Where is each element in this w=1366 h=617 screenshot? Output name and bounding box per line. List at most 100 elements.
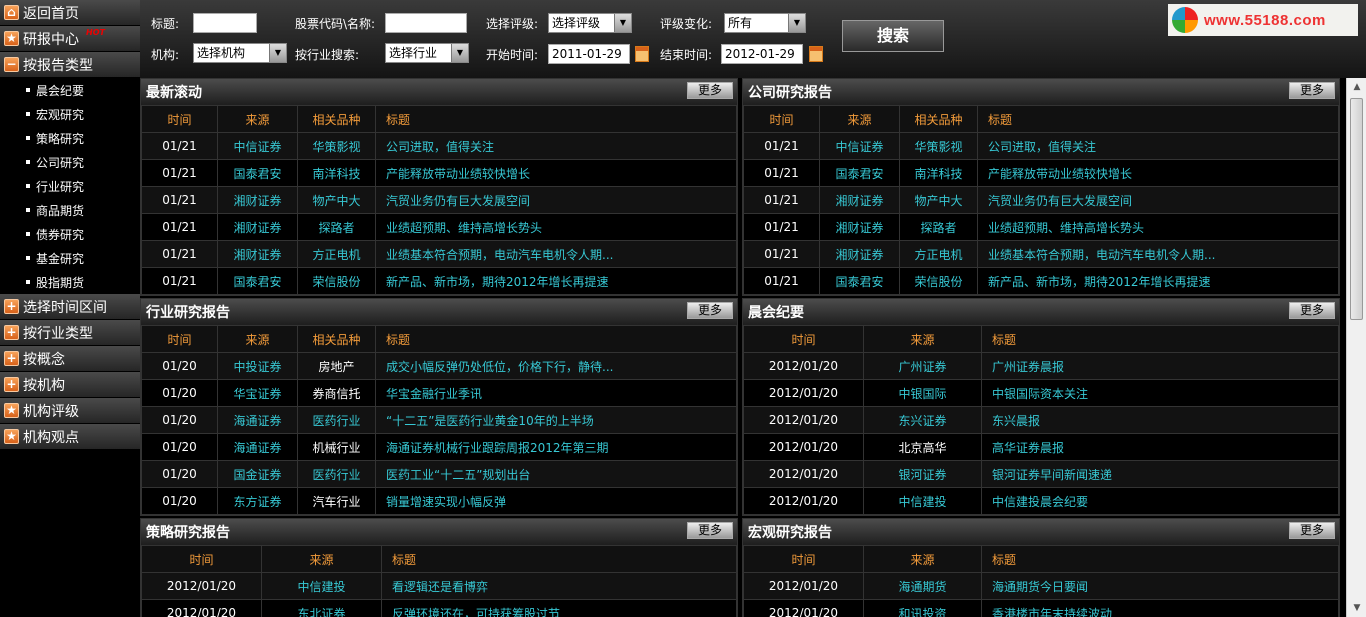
cell-source[interactable]: 和讯投资 bbox=[863, 599, 982, 617]
sidebar-subitem-bond[interactable]: 债券研究 bbox=[0, 222, 140, 246]
cell-symbol[interactable]: 医药行业 bbox=[297, 406, 376, 434]
cell-title-link[interactable]: 反弹环境还在，可持获筹股过节 bbox=[381, 599, 737, 617]
cell-source[interactable]: 国泰君安 bbox=[819, 159, 900, 187]
more-button[interactable]: 更多 bbox=[687, 521, 733, 539]
cell-title-link[interactable]: 业绩超预期、维持高增长势头 bbox=[375, 213, 737, 241]
cell-source[interactable]: 湘财证券 bbox=[217, 240, 298, 268]
site-logo[interactable]: www.55188.com bbox=[1168, 4, 1358, 36]
cell-symbol[interactable]: 荣信股份 bbox=[899, 267, 978, 295]
stock-code-input[interactable] bbox=[385, 13, 467, 33]
cell-symbol[interactable]: 医药行业 bbox=[297, 460, 376, 488]
rating-select[interactable]: 选择评级 ▼ bbox=[548, 13, 632, 33]
more-button[interactable]: 更多 bbox=[1289, 521, 1335, 539]
cell-title-link[interactable]: 公司进取，值得关注 bbox=[977, 132, 1339, 160]
cell-symbol[interactable]: 机械行业 bbox=[297, 433, 376, 461]
cell-title-link[interactable]: 新产品、新市场，期待2012年增长再提速 bbox=[375, 267, 737, 295]
more-button[interactable]: 更多 bbox=[687, 301, 733, 319]
cell-source[interactable]: 湘财证券 bbox=[819, 240, 900, 268]
org-select[interactable]: 选择机构 ▼ bbox=[193, 43, 287, 63]
cell-source[interactable]: 海通期货 bbox=[863, 572, 982, 600]
more-button[interactable]: 更多 bbox=[1289, 301, 1335, 319]
cell-title-link[interactable]: 业绩基本符合预期，电动汽车电机令人期... bbox=[977, 240, 1339, 268]
cell-title-link[interactable]: 业绩基本符合预期，电动汽车电机令人期... bbox=[375, 240, 737, 268]
sidebar-subitem-strategy[interactable]: 策略研究 bbox=[0, 126, 140, 150]
cell-title-link[interactable]: 海通期货今日要闻 bbox=[981, 572, 1339, 600]
sidebar-subitem-morning[interactable]: 晨会纪要 bbox=[0, 78, 140, 102]
sidebar-subitem-index-futures[interactable]: 股指期货 bbox=[0, 270, 140, 294]
cell-title-link[interactable]: 汽贸业务仍有巨大发展空间 bbox=[977, 186, 1339, 214]
sidebar-subitem-commodity[interactable]: 商品期货 bbox=[0, 198, 140, 222]
cell-source[interactable]: 海通证券 bbox=[217, 433, 298, 461]
cell-symbol[interactable]: 荣信股份 bbox=[297, 267, 376, 295]
cell-symbol[interactable]: 华策影视 bbox=[297, 132, 376, 160]
cell-source[interactable]: 湘财证券 bbox=[217, 213, 298, 241]
cell-title-link[interactable]: “十二五”是医药行业黄金10年的上半场 bbox=[375, 406, 737, 434]
cell-title-link[interactable]: 新产品、新市场，期待2012年增长再提速 bbox=[977, 267, 1339, 295]
cell-title-link[interactable]: 销量增速实现小幅反弹 bbox=[375, 487, 737, 515]
cell-source[interactable]: 国泰君安 bbox=[819, 267, 900, 295]
cell-source[interactable]: 中银国际 bbox=[863, 379, 982, 407]
search-button[interactable]: 搜索 bbox=[842, 20, 944, 52]
cell-title-link[interactable]: 医药工业“十二五”规划出台 bbox=[375, 460, 737, 488]
scrollbar-thumb[interactable] bbox=[1350, 98, 1363, 320]
cell-source[interactable]: 湘财证券 bbox=[819, 213, 900, 241]
cell-title-link[interactable]: 看逻辑还是看博弈 bbox=[381, 572, 737, 600]
cell-title-link[interactable]: 产能释放带动业绩较快增长 bbox=[375, 159, 737, 187]
cell-source[interactable]: 中信证券 bbox=[819, 132, 900, 160]
cell-title-link[interactable]: 成交小幅反弹仍处低位，价格下行，静待... bbox=[375, 352, 737, 380]
cell-title-link[interactable]: 高华证券晨报 bbox=[981, 433, 1339, 461]
scroll-up-icon[interactable]: ▲ bbox=[1348, 78, 1366, 96]
cell-title-link[interactable]: 东兴晨报 bbox=[981, 406, 1339, 434]
cell-symbol[interactable]: 方正电机 bbox=[899, 240, 978, 268]
cell-symbol[interactable]: 汽车行业 bbox=[297, 487, 376, 515]
cell-source[interactable]: 东方证券 bbox=[217, 487, 298, 515]
cell-title-link[interactable]: 汽贸业务仍有巨大发展空间 bbox=[375, 186, 737, 214]
cell-symbol[interactable]: 物产中大 bbox=[899, 186, 978, 214]
cell-source[interactable]: 北京高华 bbox=[863, 433, 982, 461]
title-input[interactable] bbox=[193, 13, 257, 33]
more-button[interactable]: 更多 bbox=[687, 81, 733, 99]
start-time-input[interactable]: 2011-01-29 bbox=[548, 44, 630, 64]
calendar-icon[interactable] bbox=[809, 46, 823, 62]
end-time-input[interactable]: 2012-01-29 bbox=[721, 44, 803, 64]
sidebar-item-by-org[interactable]: + 按机构 bbox=[0, 372, 140, 398]
sidebar-item-by-report-type[interactable]: − 按报告类型 bbox=[0, 52, 140, 78]
cell-source[interactable]: 国泰君安 bbox=[217, 267, 298, 295]
cell-symbol[interactable]: 探路者 bbox=[899, 213, 978, 241]
vertical-scrollbar[interactable]: ▲ ▼ bbox=[1346, 78, 1366, 617]
cell-symbol[interactable]: 券商信托 bbox=[297, 379, 376, 407]
cell-symbol[interactable]: 南洋科技 bbox=[297, 159, 376, 187]
sidebar-item-by-industry[interactable]: + 按行业类型 bbox=[0, 320, 140, 346]
cell-title-link[interactable]: 海通证券机械行业跟踪周报2012年第三期 bbox=[375, 433, 737, 461]
sidebar-item-org-views[interactable]: ★ 机构观点 bbox=[0, 424, 140, 450]
rating-change-select[interactable]: 所有 ▼ bbox=[724, 13, 806, 33]
cell-source[interactable]: 中信证券 bbox=[217, 132, 298, 160]
cell-symbol[interactable]: 南洋科技 bbox=[899, 159, 978, 187]
cell-source[interactable]: 华宝证券 bbox=[217, 379, 298, 407]
cell-source[interactable]: 国泰君安 bbox=[217, 159, 298, 187]
cell-source[interactable]: 海通证券 bbox=[217, 406, 298, 434]
cell-source[interactable]: 东兴证券 bbox=[863, 406, 982, 434]
sidebar-subitem-macro[interactable]: 宏观研究 bbox=[0, 102, 140, 126]
calendar-icon[interactable] bbox=[635, 46, 649, 62]
cell-symbol[interactable]: 房地产 bbox=[297, 352, 376, 380]
cell-title-link[interactable]: 中银国际资本关注 bbox=[981, 379, 1339, 407]
sidebar-subitem-fund[interactable]: 基金研究 bbox=[0, 246, 140, 270]
cell-title-link[interactable]: 华宝金融行业季讯 bbox=[375, 379, 737, 407]
cell-source[interactable]: 国金证券 bbox=[217, 460, 298, 488]
cell-title-link[interactable]: 香港楼市年末持续波动 bbox=[981, 599, 1339, 617]
sidebar-item-time-range[interactable]: + 选择时间区间 bbox=[0, 294, 140, 320]
cell-symbol[interactable]: 方正电机 bbox=[297, 240, 376, 268]
cell-symbol[interactable]: 物产中大 bbox=[297, 186, 376, 214]
cell-title-link[interactable]: 广州证券晨报 bbox=[981, 352, 1339, 380]
cell-source[interactable]: 湘财证券 bbox=[819, 186, 900, 214]
cell-symbol[interactable]: 探路者 bbox=[297, 213, 376, 241]
sidebar-subitem-industry[interactable]: 行业研究 bbox=[0, 174, 140, 198]
sidebar-subitem-company[interactable]: 公司研究 bbox=[0, 150, 140, 174]
cell-title-link[interactable]: 银河证券早间新闻速递 bbox=[981, 460, 1339, 488]
cell-title-link[interactable]: 中信建投晨会纪要 bbox=[981, 487, 1339, 515]
cell-source[interactable]: 中信建投 bbox=[261, 572, 382, 600]
sidebar-item-research-center[interactable]: ★ 研报中心 HOT bbox=[0, 26, 140, 52]
cell-title-link[interactable]: 公司进取，值得关注 bbox=[375, 132, 737, 160]
sidebar-item-org-rating[interactable]: ★ 机构评级 bbox=[0, 398, 140, 424]
